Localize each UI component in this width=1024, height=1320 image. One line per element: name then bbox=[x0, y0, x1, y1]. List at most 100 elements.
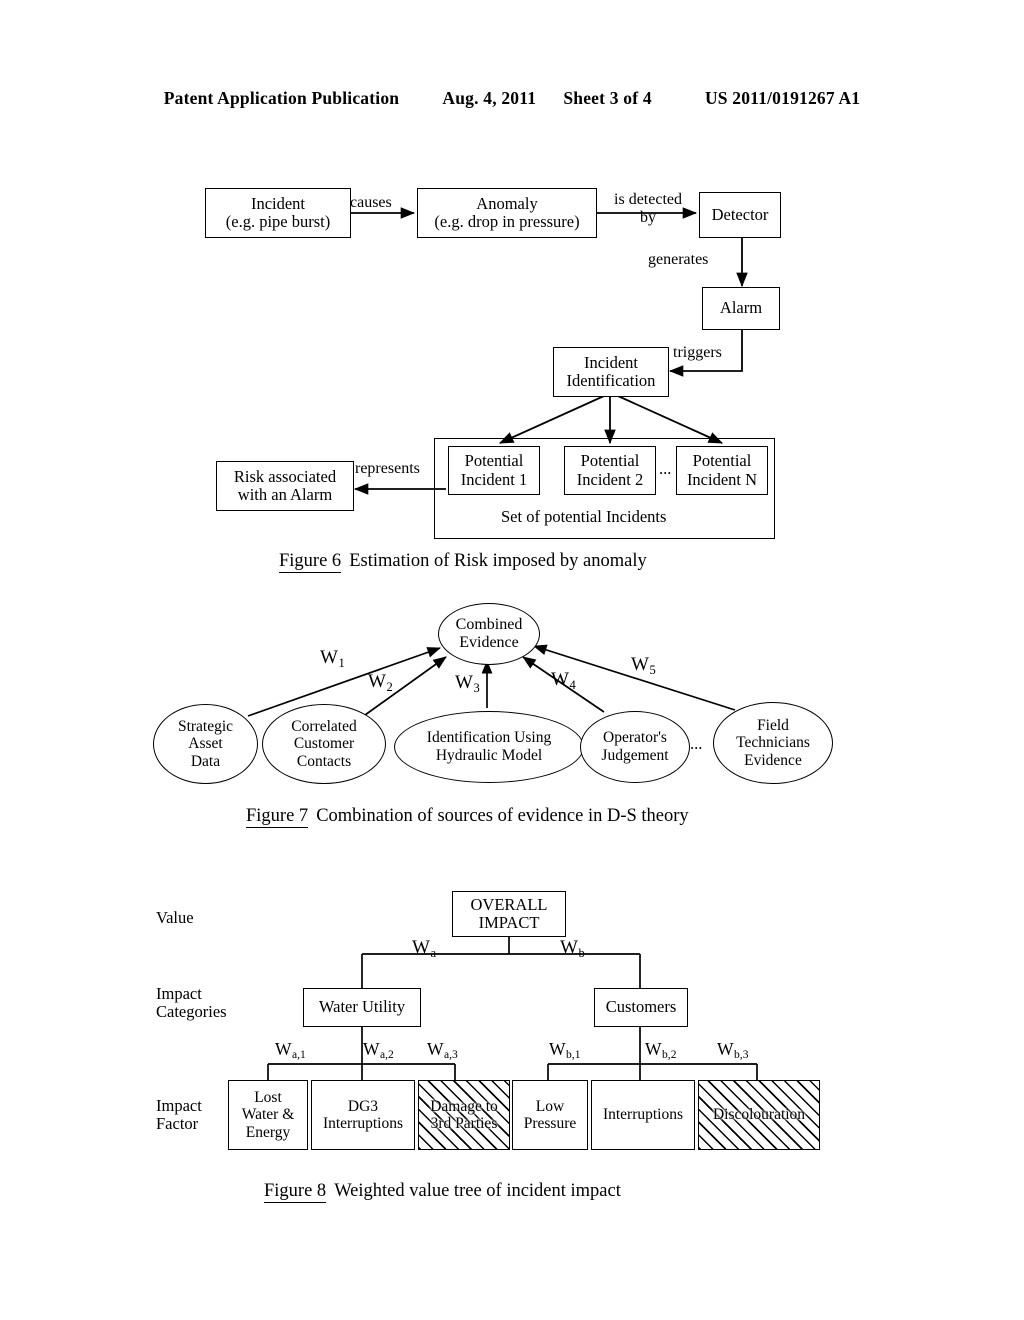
node-incident-line1: Incident bbox=[250, 193, 306, 213]
node-detector: Detector bbox=[699, 192, 781, 238]
row-label-impact-categories-line2: Categories bbox=[156, 1002, 227, 1022]
weight-wb-sub: b bbox=[578, 945, 585, 960]
weight-wb1-base: W bbox=[549, 1039, 566, 1059]
figure-7-caption: Figure 7 Combination of sources of eviden… bbox=[246, 806, 689, 828]
figure-6-caption: Figure 6 Estimation of Risk imposed by an… bbox=[279, 551, 647, 573]
edge-label-triggers: triggers bbox=[673, 344, 722, 361]
node-anomaly-line1: Anomaly bbox=[476, 193, 538, 213]
weight-wa1: Wa,1 bbox=[275, 1039, 306, 1062]
weight-w1: W1 bbox=[320, 647, 345, 670]
node-lost-water-line2: Water & bbox=[241, 1106, 295, 1124]
figure-7-caption-number: Figure 7 bbox=[246, 806, 309, 828]
weight-wa1-sub: a,1 bbox=[292, 1049, 306, 1062]
node-strategic-asset-data-text: Strategic Asset Data bbox=[178, 718, 233, 771]
weight-w5-sub: 5 bbox=[649, 662, 656, 677]
row-label-impact-factor-line1: Impact bbox=[156, 1096, 202, 1115]
node-strategic-line3: Data bbox=[190, 752, 221, 770]
node-discolouration: Discolouration bbox=[698, 1080, 820, 1150]
figure-6-caption-number: Figure 6 bbox=[279, 551, 342, 573]
node-dg3-line2: Interruptions bbox=[322, 1115, 404, 1132]
row-label-impact-factor-line2: Factor bbox=[156, 1114, 199, 1134]
node-potential-incident-n-line1: Potential bbox=[692, 451, 752, 471]
figure-8-caption-text: Weighted value tree of incident impact bbox=[334, 1181, 621, 1201]
node-potential-incident-1: Potential Incident 1 bbox=[448, 446, 540, 495]
node-potential-incident-2-text: Potential Incident 2 bbox=[577, 451, 643, 489]
node-operator-line1: Operator's bbox=[603, 729, 667, 747]
node-low-pressure-line1: Low bbox=[535, 1097, 565, 1115]
weight-w3-base: W bbox=[455, 672, 473, 693]
node-field-line2: Technicians bbox=[736, 734, 810, 752]
weight-w4: W4 bbox=[551, 669, 576, 692]
node-correlated-customer-contacts-text: Correlated Customer Contacts bbox=[291, 718, 356, 771]
node-damage-text: Damage to 3rd Parties bbox=[430, 1098, 498, 1133]
edge-label-represents: represents bbox=[355, 460, 420, 477]
weight-w2: W2 bbox=[368, 671, 393, 694]
node-anomaly-line2: (e.g. drop in pressure) bbox=[434, 212, 580, 231]
weight-wa3: Wa,3 bbox=[427, 1039, 458, 1062]
weight-wb2-sub: b,2 bbox=[662, 1049, 677, 1062]
node-incident-identification-text: Incident Identification bbox=[567, 353, 656, 391]
weight-wa3-base: W bbox=[427, 1039, 444, 1059]
node-lost-water-energy-text: Lost Water & Energy bbox=[242, 1089, 295, 1141]
node-incident: Incident (e.g. pipe burst) bbox=[205, 188, 351, 238]
node-strategic-asset-data: Strategic Asset Data bbox=[153, 704, 258, 784]
weight-wa: Wa bbox=[412, 937, 436, 960]
figure-8-caption: Figure 8 Weighted value tree of incident … bbox=[264, 1181, 621, 1203]
node-interruptions-text: Interruptions bbox=[602, 1106, 684, 1124]
node-damage-line1: Damage to bbox=[430, 1097, 498, 1115]
node-potential-incident-n-text: Potential Incident N bbox=[686, 451, 758, 489]
weight-w5-base: W bbox=[631, 654, 649, 675]
node-operators-judgement-text: Operator's Judgement bbox=[601, 729, 668, 764]
node-overall-impact: OVERALL IMPACT bbox=[452, 891, 566, 937]
node-field-line3: Evidence bbox=[744, 751, 802, 769]
node-damage-to-3rd-parties: Damage to 3rd Parties bbox=[418, 1080, 510, 1150]
node-hydraulic-text: Identification Using Hydraulic Model bbox=[427, 729, 551, 764]
edge-label-causes: causes bbox=[350, 194, 392, 211]
weight-w1-base: W bbox=[320, 647, 338, 668]
weight-wb1-sub: b,1 bbox=[566, 1049, 581, 1062]
node-lost-water-energy: Lost Water & Energy bbox=[228, 1080, 308, 1150]
node-low-pressure: Low Pressure bbox=[512, 1080, 588, 1150]
node-potential-incident-n-line2: Incident N bbox=[686, 469, 758, 489]
row-label-impact-factor: Impact Factor bbox=[156, 1096, 202, 1134]
node-detector-text: Detector bbox=[711, 204, 769, 224]
node-interruptions: Interruptions bbox=[591, 1080, 695, 1150]
node-operator-line2: Judgement bbox=[601, 747, 669, 764]
node-dg3-text: DG3 Interruptions bbox=[323, 1098, 403, 1133]
weight-w3: W3 bbox=[455, 672, 480, 695]
node-hydraulic-line1: Identification Using bbox=[426, 729, 552, 747]
node-customers: Customers bbox=[594, 988, 688, 1027]
node-alarm-text: Alarm bbox=[719, 298, 763, 318]
node-discolouration-text: Discolouration bbox=[712, 1106, 806, 1124]
node-strategic-line1: Strategic bbox=[177, 717, 234, 735]
node-combined-evidence-line1: Combined bbox=[455, 615, 523, 633]
node-lost-water-line3: Energy bbox=[245, 1123, 291, 1141]
figure-7-caption-text: Combination of sources of evidence in D-… bbox=[316, 806, 689, 826]
node-anomaly: Anomaly (e.g. drop in pressure) bbox=[417, 188, 597, 238]
node-risk-line2: with an Alarm bbox=[237, 485, 333, 504]
weight-w3-sub: 3 bbox=[473, 680, 480, 695]
weight-wa-base: W bbox=[412, 937, 430, 958]
node-potential-incident-2-line1: Potential bbox=[580, 451, 640, 471]
weight-wa2-base: W bbox=[363, 1039, 380, 1059]
node-damage-line2: 3rd Parties bbox=[430, 1115, 498, 1132]
node-potential-incident-1-text: Potential Incident 1 bbox=[461, 451, 527, 489]
node-overall-impact-text: OVERALL IMPACT bbox=[471, 895, 548, 933]
weight-w5: W5 bbox=[631, 654, 656, 677]
node-potential-incident-1-line1: Potential bbox=[464, 451, 524, 471]
node-dg3-interruptions: DG3 Interruptions bbox=[311, 1080, 415, 1150]
node-lost-water-line1: Lost bbox=[254, 1088, 282, 1106]
weight-wb3: Wb,3 bbox=[717, 1039, 749, 1062]
row-label-impact-categories: Impact Categories bbox=[156, 984, 227, 1022]
node-potential-incident-n: Potential Incident N bbox=[676, 446, 768, 495]
node-field-technicians-text: Field Technicians Evidence bbox=[736, 717, 810, 770]
node-potential-incident-2: Potential Incident 2 bbox=[564, 446, 656, 495]
weight-wb3-sub: b,3 bbox=[734, 1049, 749, 1062]
weight-w1-sub: 1 bbox=[338, 655, 345, 670]
weight-wb2: Wb,2 bbox=[645, 1039, 677, 1062]
node-incident-text: Incident (e.g. pipe burst) bbox=[226, 193, 330, 232]
node-overall-impact-line2: IMPACT bbox=[478, 913, 540, 932]
node-correlated-line2: Customer bbox=[293, 735, 355, 753]
weight-wa-sub: a bbox=[430, 945, 436, 960]
node-combined-evidence-line2: Evidence bbox=[459, 634, 519, 651]
